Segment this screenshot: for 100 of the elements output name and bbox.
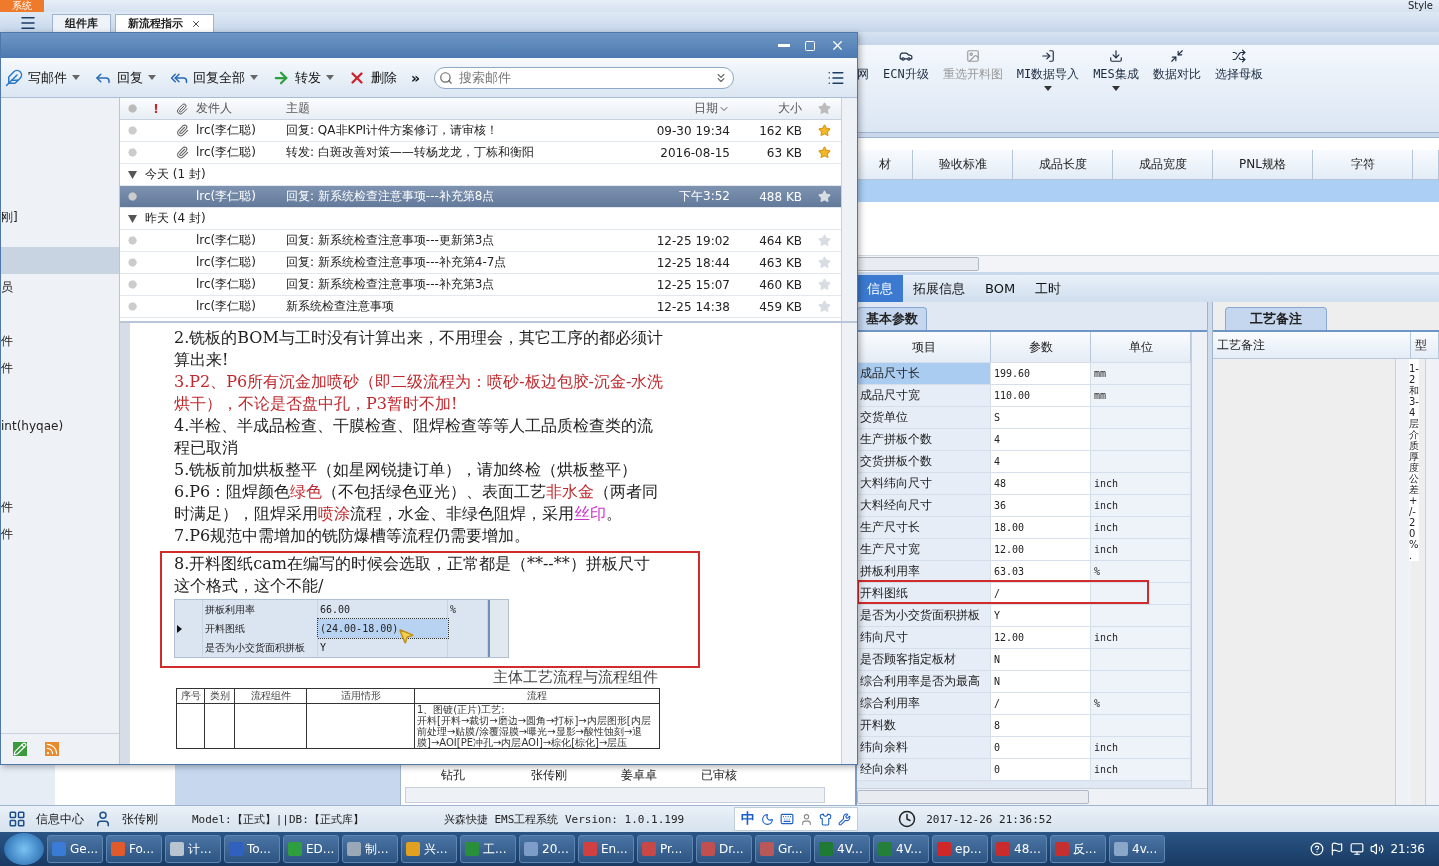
taskbar-item[interactable]: Fo...	[106, 835, 162, 863]
scrollbar[interactable]	[841, 98, 857, 321]
close-button[interactable]	[830, 38, 845, 53]
mail-row[interactable]: lrc(李仁聪) 新系统检查注意事项 12-25 14:38 459 KB	[120, 296, 841, 318]
item-cell[interactable]: 经向余料	[857, 759, 991, 780]
document-tab[interactable]: 组件库	[52, 14, 111, 32]
tab[interactable]: 信息	[857, 275, 903, 302]
expand-triangle-icon[interactable]	[128, 170, 137, 179]
scrollbar[interactable]	[1425, 359, 1439, 805]
taskbar-item[interactable]: 4v...	[1109, 835, 1165, 863]
taskbar-item[interactable]: 反...	[1050, 835, 1106, 863]
item-cell[interactable]: 成品尺寸长	[857, 363, 991, 384]
style-menu[interactable]: Style	[1407, 0, 1439, 12]
ribbon-button[interactable]: 选择母板	[1214, 49, 1263, 83]
taskbar-item[interactable]: 计...	[165, 835, 221, 863]
monitor-icon[interactable]	[1350, 842, 1365, 856]
mail-row[interactable]: lrc(李仁聪) 回复: 新系统检查注意事项---补充第8点 下午3:52 488 KB	[120, 186, 841, 208]
column-header[interactable]: 参数	[991, 332, 1091, 362]
tree-node[interactable]: 钻孔	[441, 766, 531, 784]
folder-item[interactable]: 件	[1, 521, 119, 548]
splitter[interactable]	[1207, 302, 1213, 805]
ribbon-button[interactable]: 数据对比	[1152, 49, 1201, 83]
item-cell[interactable]: 综合利用率是否为最高	[857, 671, 991, 692]
scrollbar[interactable]	[1395, 359, 1411, 805]
item-cell[interactable]: 纬向余料	[857, 737, 991, 758]
item-cell[interactable]: 生产拼板个数	[857, 429, 991, 450]
status-item[interactable]: 信息中心	[36, 810, 84, 828]
search-field[interactable]: 搜索邮件	[434, 66, 735, 89]
folder-item[interactable]: 员	[1, 274, 119, 301]
close-icon[interactable]	[191, 18, 201, 29]
column-header[interactable]: 发件人	[196, 100, 286, 117]
mail-row[interactable]: lrc(李仁聪) 回复: 新系统检查注意事项---更新第3点 12-25 19:02 464 KB	[120, 230, 841, 252]
taskbar-item[interactable]: Gr...	[755, 835, 811, 863]
ribbon-button[interactable]: 网	[857, 49, 869, 83]
toolbar-button[interactable]: 回复全部	[170, 68, 258, 87]
toolbar-button[interactable]: 删除	[348, 68, 397, 87]
column-header[interactable]: 大小	[778, 100, 802, 117]
taskbar-item[interactable]: Ge...	[47, 835, 103, 863]
item-cell[interactable]: 是否为小交货面积拼板	[857, 605, 991, 626]
taskbar-item[interactable]: 20...	[519, 835, 575, 863]
toolbar-button[interactable]: 写邮件	[5, 68, 80, 87]
folder-item[interactable]: 件	[1, 328, 119, 355]
folder-item[interactable]: 件	[1, 355, 119, 382]
folder-item[interactable]: 刚]	[1, 204, 119, 231]
maximize-button[interactable]	[804, 39, 816, 52]
item-cell[interactable]: 大料纬向尺寸	[857, 473, 991, 494]
ribbon-button[interactable]: ECN升级	[883, 49, 929, 83]
ime-mode[interactable]: 中	[741, 810, 756, 828]
document-tab[interactable]: 新流程指示	[115, 14, 214, 32]
taskbar-item[interactable]: ED...	[283, 835, 339, 863]
scrollbar[interactable]	[857, 788, 1207, 805]
item-cell[interactable]: 综合利用率	[857, 693, 991, 714]
mail-row[interactable]: lrc(李仁聪) 回复: 新系统检查注意事项---补充第3点 12-25 15:07 460 KB	[120, 274, 841, 296]
taskbar-item[interactable]: 48...	[991, 835, 1047, 863]
volume-icon[interactable]	[1370, 842, 1385, 856]
item-cell[interactable]: 生产尺寸长	[857, 517, 991, 538]
taskbar-item[interactable]: 4V...	[814, 835, 870, 863]
flag-column-header[interactable]: !	[144, 101, 168, 116]
mail-row[interactable]: lrc(李仁聪) 回复: QA非KPI计件方案修订，请审核！ 09-30 19:34 162 KB	[120, 120, 841, 142]
taskbar-item[interactable]: To...	[224, 835, 280, 863]
toolbar-button[interactable]: 转发	[272, 68, 334, 87]
item-cell[interactable]: 纬向尺寸	[857, 627, 991, 648]
taskbar-item[interactable]: 4V...	[873, 835, 929, 863]
taskbar-item[interactable]: 制...	[342, 835, 398, 863]
column-header[interactable]: 日期	[694, 100, 718, 117]
rss-icon[interactable]	[45, 742, 59, 756]
star-icon[interactable]	[818, 146, 831, 159]
item-cell[interactable]: 开料数	[857, 715, 991, 736]
ribbon-button[interactable]: MI数据导入	[1016, 49, 1080, 91]
mail-row[interactable]: lrc(李仁聪) 转发: 白斑改善对策——转杨龙龙，丁栋和衡阳 2016-08-15 63 KB	[120, 142, 841, 164]
taskbar-item[interactable]: 工...	[460, 835, 516, 863]
panel-tab[interactable]: 基本参数	[857, 307, 927, 330]
star-icon[interactable]	[818, 124, 831, 137]
item-cell[interactable]: 成品尺寸宽	[857, 385, 991, 406]
item-cell[interactable]: 交货拼板个数	[857, 451, 991, 472]
item-cell[interactable]: 大料经向尺寸	[857, 495, 991, 516]
item-cell[interactable]: 是否顾客指定板材	[857, 649, 991, 670]
folder-item[interactable]: int(hyqae)	[1, 412, 119, 439]
edit-icon[interactable]	[13, 742, 27, 756]
item-cell[interactable]: 交货单位	[857, 407, 991, 428]
help-icon[interactable]	[1310, 842, 1325, 856]
taskbar-item[interactable]: 兴...	[401, 835, 457, 863]
tab[interactable]: 拓展信息	[903, 275, 975, 302]
scrollbar[interactable]	[841, 323, 857, 764]
more-button[interactable]: »	[411, 69, 421, 86]
scrollbar[interactable]	[405, 787, 825, 803]
column-header[interactable]: 主题	[286, 100, 597, 117]
mail-row[interactable]: lrc(李仁聪) 回复: 新系统检查注意事项---补充第4-7点 12-25 18:44 463 KB	[120, 252, 841, 274]
tab[interactable]: BOM	[975, 275, 1026, 302]
scrollbar[interactable]	[1191, 332, 1207, 788]
taskbar-item[interactable]: Pr...	[637, 835, 693, 863]
taskbar-item[interactable]: En...	[578, 835, 634, 863]
taskbar-item[interactable]: Dr...	[696, 835, 752, 863]
panel-tab[interactable]: 工艺备注	[1225, 307, 1327, 330]
tab[interactable]: 工时	[1025, 275, 1072, 302]
ribbon-button[interactable]: MES集成	[1093, 49, 1139, 91]
expand-triangle-icon[interactable]	[128, 214, 137, 223]
flag-icon[interactable]	[1330, 842, 1345, 856]
item-cell[interactable]: 生产尺寸宽	[857, 539, 991, 560]
folder-item[interactable]: 件	[1, 494, 119, 521]
